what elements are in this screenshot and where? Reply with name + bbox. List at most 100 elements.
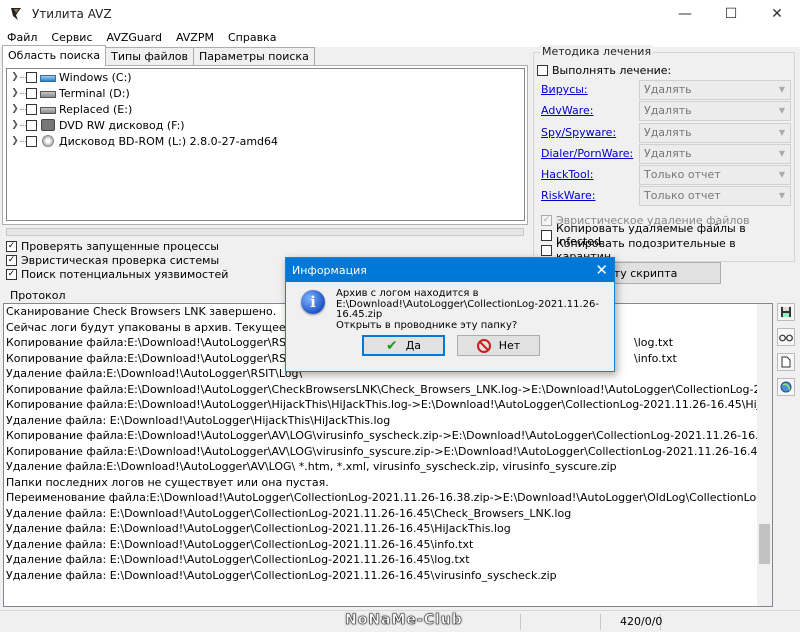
avz-app-icon xyxy=(11,8,21,20)
watermark: NoNaMe-Club xyxy=(345,612,463,629)
copy-suspicious-checkbox[interactable]: Копировать подозрительные в карантин xyxy=(541,237,794,263)
drive-checkbox[interactable] xyxy=(26,135,37,147)
checkbox-icon[interactable] xyxy=(537,65,548,76)
select-value: Только отчет xyxy=(644,168,721,181)
dialog-message-line: Открыть в проводнике эту папку? xyxy=(336,319,518,331)
menu-service[interactable]: Сервис xyxy=(44,31,99,44)
tree-item-drive-e[interactable]: ❯ Replaced (E:) xyxy=(7,101,524,117)
drive-checkbox[interactable] xyxy=(26,103,37,115)
threat-action-select[interactable]: Удалять ▼ xyxy=(639,100,791,121)
windows-drive-icon xyxy=(40,75,56,82)
close-icon[interactable]: ✕ xyxy=(595,261,608,279)
drive-checkbox[interactable] xyxy=(26,119,37,131)
scrollbar-thumb[interactable] xyxy=(759,524,770,564)
chevron-down-icon: ▼ xyxy=(778,149,786,158)
drive-checkbox[interactable] xyxy=(26,71,37,83)
tab-file-types[interactable]: Типы файлов xyxy=(105,47,194,66)
option-heuristic-check[interactable]: ✓ Эвристическая проверка системы xyxy=(6,253,228,267)
threat-link-viruses[interactable]: Вирусы: xyxy=(541,83,639,96)
select-value: Только отчет xyxy=(644,189,721,202)
select-value: Удалять xyxy=(644,104,692,117)
option-check-processes[interactable]: ✓ Проверять запущенные процессы xyxy=(6,239,228,253)
no-entry-icon xyxy=(476,338,491,353)
log-vertical-scrollbar[interactable] xyxy=(757,304,772,606)
new-document-icon[interactable] xyxy=(777,353,795,371)
checkbox-icon[interactable] xyxy=(541,244,552,256)
threat-action-select[interactable]: Удалять ▼ xyxy=(639,79,791,100)
checkbox-checked-icon[interactable]: ✓ xyxy=(6,268,17,280)
glasses-search-icon[interactable] xyxy=(777,328,795,346)
drive-checkbox[interactable] xyxy=(26,87,37,99)
checkbox-checked-icon[interactable]: ✓ xyxy=(6,240,17,252)
chevron-down-icon: ▼ xyxy=(778,85,786,94)
log-line: Переименование файла:E:\Download!\AutoLo… xyxy=(6,491,773,504)
drive-label: DVD RW дисковод (F:) xyxy=(59,118,185,132)
option-vulnerability-search[interactable]: ✓ Поиск потенциальных уязвимостей xyxy=(6,267,228,281)
option-label: Поиск потенциальных уязвимостей xyxy=(21,267,229,281)
hdd-icon xyxy=(40,107,56,114)
hdd-icon xyxy=(40,91,56,98)
threat-link-riskware[interactable]: RiskWare: xyxy=(541,189,639,202)
checkmark-icon: ✔ xyxy=(385,337,398,354)
threat-action-select[interactable]: Только отчет ▼ xyxy=(639,164,791,185)
threat-row-advware: AdvWare: Удалять ▼ xyxy=(541,100,791,121)
checkbox-icon[interactable] xyxy=(541,229,552,241)
option-label: Эвристическая проверка системы xyxy=(21,253,220,267)
chevron-right-icon[interactable]: ❯ xyxy=(10,88,20,98)
drive-label: Replaced (E:) xyxy=(59,102,133,116)
chevron-right-icon[interactable]: ❯ xyxy=(10,136,20,146)
no-button[interactable]: Нет xyxy=(457,335,540,356)
drive-label: Дисковод BD-ROM (L:) 2.8.0-27-amd64 xyxy=(59,134,279,148)
chevron-down-icon: ▼ xyxy=(778,170,786,179)
chevron-right-icon[interactable]: ❯ xyxy=(10,120,20,130)
search-area-panel: ❯ Windows (C:) ❯ Terminal (D:) ❯ Replace… xyxy=(2,65,528,225)
enable-treatment-checkbox[interactable]: Выполнять лечение: xyxy=(537,64,671,77)
chevron-right-icon[interactable]: ❯ xyxy=(10,72,20,82)
drive-label: Windows (C:) xyxy=(59,70,132,84)
maximize-button[interactable]: ☐ xyxy=(708,0,754,28)
threat-action-select[interactable]: Только отчет ▼ xyxy=(639,185,791,206)
checkbox-checked-icon[interactable]: ✓ xyxy=(6,254,17,266)
log-line: Удаление файла: E:\Download!\AutoLogger\… xyxy=(6,413,391,427)
menu-avzpm[interactable]: AVZPM xyxy=(169,31,221,44)
log-line: Удаление файла:E:\Download!\AutoLogger\A… xyxy=(6,460,617,473)
window-title: Утилита AVZ xyxy=(32,7,112,21)
log-line: Папки последних логов не существует или … xyxy=(6,475,329,489)
menu-help[interactable]: Справка xyxy=(221,31,283,44)
dialog-message: Архив с логом находится в E:\Download!\A… xyxy=(336,288,614,331)
horizontal-scrollbar[interactable] xyxy=(6,228,524,236)
log-line-text: Копирование файла:E:\Download!\AutoLogge… xyxy=(6,351,320,365)
threat-action-select[interactable]: Удалять ▼ xyxy=(639,122,791,143)
search-tabs: Область поиска Типы файлов Параметры пои… xyxy=(2,45,315,66)
threat-link-advware[interactable]: AdvWare: xyxy=(541,104,639,117)
chevron-right-icon[interactable]: ❯ xyxy=(10,104,20,114)
enable-treatment-label: Выполнять лечение: xyxy=(552,64,672,77)
menu-file[interactable]: Файл xyxy=(0,31,44,44)
cd-drive-icon xyxy=(42,135,54,147)
threat-link-spyware[interactable]: Spy/Spyware: xyxy=(541,126,639,139)
tree-item-drive-f[interactable]: ❯ DVD RW дисковод (F:) xyxy=(7,117,524,133)
tree-item-drive-d[interactable]: ❯ Terminal (D:) xyxy=(7,85,524,101)
tab-search-area[interactable]: Область поиска xyxy=(2,45,107,66)
tab-search-params[interactable]: Параметры поиска xyxy=(192,47,315,66)
log-line: Удаление файла: E:\Download!\AutoLogger\… xyxy=(6,568,557,582)
drive-label: Terminal (D:) xyxy=(59,86,130,100)
close-window-button[interactable]: ✕ xyxy=(754,0,800,28)
minimize-button[interactable]: — xyxy=(662,0,708,28)
tree-item-drive-l[interactable]: ❯ Дисковод BD-ROM (L:) 2.8.0-27-amd64 xyxy=(7,133,524,149)
threat-link-dialer[interactable]: Dialer/PornWare: xyxy=(541,147,639,160)
dialog-message-line: Архив с логом находится в xyxy=(336,288,479,299)
globe-icon[interactable] xyxy=(777,378,795,396)
drive-tree: ❯ Windows (C:) ❯ Terminal (D:) ❯ Replace… xyxy=(6,68,525,221)
log-line-text: Копирование файла:E:\Download!\AutoLogge… xyxy=(6,336,320,349)
select-value: Удалять xyxy=(644,126,692,139)
menu-avzguard[interactable]: AVZGuard xyxy=(100,31,169,44)
tree-item-drive-c[interactable]: ❯ Windows (C:) xyxy=(7,69,524,85)
threat-link-hacktool[interactable]: HackTool: xyxy=(541,168,639,181)
save-log-icon[interactable] xyxy=(777,303,795,321)
no-label: Нет xyxy=(498,339,521,352)
threat-action-select[interactable]: Удалять ▼ xyxy=(639,143,791,164)
checkbox-checked-icon[interactable]: ✓ xyxy=(541,214,552,226)
yes-button[interactable]: ✔ Да xyxy=(362,335,445,356)
log-line: Копирование файла:E:\Download!\AutoLogge… xyxy=(6,398,773,411)
